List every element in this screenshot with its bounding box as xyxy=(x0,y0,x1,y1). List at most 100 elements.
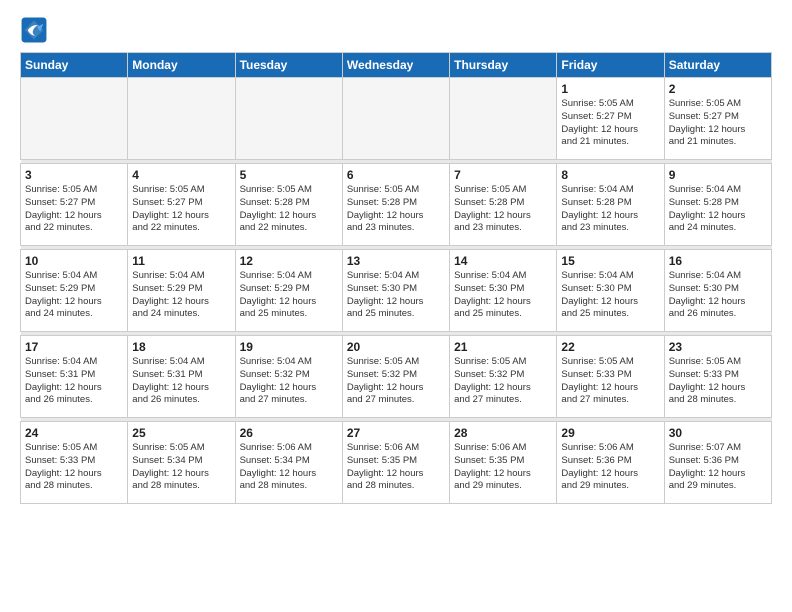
calendar-table: SundayMondayTuesdayWednesdayThursdayFrid… xyxy=(20,52,772,504)
calendar-week-row: 17 Sunrise: 5:04 AM Sunset: 5:31 PM Dayli… xyxy=(21,336,772,418)
day-number: 17 xyxy=(25,340,123,354)
day-info: Sunrise: 5:05 AM Sunset: 5:33 PM Dayligh… xyxy=(669,356,767,407)
calendar-cell: 15 Sunrise: 5:04 AM Sunset: 5:30 PM Dayli… xyxy=(557,250,664,332)
day-number: 14 xyxy=(454,254,552,268)
day-info: Sunrise: 5:05 AM Sunset: 5:34 PM Dayligh… xyxy=(132,442,230,493)
calendar-cell xyxy=(128,78,235,160)
calendar-cell: 2 Sunrise: 5:05 AM Sunset: 5:27 PM Daylig… xyxy=(664,78,771,160)
calendar-cell xyxy=(21,78,128,160)
calendar-cell: 29 Sunrise: 5:06 AM Sunset: 5:36 PM Dayli… xyxy=(557,422,664,504)
weekday-header: Tuesday xyxy=(235,53,342,78)
calendar-cell: 13 Sunrise: 5:04 AM Sunset: 5:30 PM Dayli… xyxy=(342,250,449,332)
day-info: Sunrise: 5:04 AM Sunset: 5:30 PM Dayligh… xyxy=(347,270,445,321)
calendar-header-row: SundayMondayTuesdayWednesdayThursdayFrid… xyxy=(21,53,772,78)
day-number: 9 xyxy=(669,168,767,182)
calendar-cell: 22Sunrise: 5:05 AM Sunset: 5:33 PM Dayli… xyxy=(557,336,664,418)
day-info: Sunrise: 5:04 AM Sunset: 5:30 PM Dayligh… xyxy=(669,270,767,321)
day-info: Sunrise: 5:05 AM Sunset: 5:28 PM Dayligh… xyxy=(240,184,338,235)
calendar-cell xyxy=(235,78,342,160)
day-info: Sunrise: 5:04 AM Sunset: 5:29 PM Dayligh… xyxy=(25,270,123,321)
page: SundayMondayTuesdayWednesdayThursdayFrid… xyxy=(0,0,792,612)
day-info: Sunrise: 5:06 AM Sunset: 5:35 PM Dayligh… xyxy=(347,442,445,493)
day-number: 11 xyxy=(132,254,230,268)
day-info: Sunrise: 5:04 AM Sunset: 5:28 PM Dayligh… xyxy=(669,184,767,235)
day-number: 16 xyxy=(669,254,767,268)
day-number: 26 xyxy=(240,426,338,440)
calendar-cell: 1Sunrise: 5:05 AM Sunset: 5:27 PM Daylig… xyxy=(557,78,664,160)
day-info: Sunrise: 5:05 AM Sunset: 5:33 PM Dayligh… xyxy=(561,356,659,407)
day-number: 30 xyxy=(669,426,767,440)
calendar-cell: 14 Sunrise: 5:04 AM Sunset: 5:30 PM Dayli… xyxy=(450,250,557,332)
calendar-cell: 4 Sunrise: 5:05 AM Sunset: 5:27 PM Daylig… xyxy=(128,164,235,246)
calendar-week-row: 1 Sunrise: 5:05 AM Sunset: 5:27 PM Daylig… xyxy=(21,78,772,160)
calendar-cell: 18 Sunrise: 5:04 AM Sunset: 5:31 PM Dayli… xyxy=(128,336,235,418)
calendar-cell: 20 Sunrise: 5:05 AM Sunset: 5:32 PM Dayli… xyxy=(342,336,449,418)
day-info: Sunrise: 5:05 AM Sunset: 5:28 PM Dayligh… xyxy=(454,184,552,235)
day-number: 13 xyxy=(347,254,445,268)
day-info: Sunrise: 5:05 AM Sunset: 5:28 PM Dayligh… xyxy=(347,184,445,235)
weekday-header: Sunday xyxy=(21,53,128,78)
calendar-cell: 19 Sunrise: 5:04 AM Sunset: 5:32 PM Dayli… xyxy=(235,336,342,418)
weekday-header: Friday xyxy=(557,53,664,78)
day-info: Sunrise: 5:04 AM Sunset: 5:31 PM Dayligh… xyxy=(25,356,123,407)
day-number: 18 xyxy=(132,340,230,354)
calendar-cell: 8 Sunrise: 5:04 AM Sunset: 5:28 PM Daylig… xyxy=(557,164,664,246)
day-number: 7 xyxy=(454,168,552,182)
logo xyxy=(20,16,52,44)
day-number: 2 xyxy=(669,82,767,96)
day-info: Sunrise: 5:04 AM Sunset: 5:28 PM Dayligh… xyxy=(561,184,659,235)
day-info: Sunrise: 5:06 AM Sunset: 5:36 PM Dayligh… xyxy=(561,442,659,493)
day-info: Sunrise: 5:04 AM Sunset: 5:29 PM Dayligh… xyxy=(240,270,338,321)
day-number: 1 xyxy=(561,82,659,96)
day-number: 10 xyxy=(25,254,123,268)
day-number: 27 xyxy=(347,426,445,440)
calendar-cell: 30 Sunrise: 5:07 AM Sunset: 5:36 PM Dayli… xyxy=(664,422,771,504)
calendar-cell xyxy=(450,78,557,160)
day-info: Sunrise: 5:05 AM Sunset: 5:27 PM Dayligh… xyxy=(25,184,123,235)
day-number: 21 xyxy=(454,340,552,354)
day-info: Sunrise: 5:04 AM Sunset: 5:30 PM Dayligh… xyxy=(454,270,552,321)
day-number: 8 xyxy=(561,168,659,182)
logo-icon xyxy=(20,16,48,44)
calendar-cell: 17 Sunrise: 5:04 AM Sunset: 5:31 PM Dayli… xyxy=(21,336,128,418)
calendar-cell: 12 Sunrise: 5:04 AM Sunset: 5:29 PM Dayli… xyxy=(235,250,342,332)
calendar-cell: 28Sunrise: 5:06 AM Sunset: 5:35 PM Dayli… xyxy=(450,422,557,504)
calendar-cell: 7 Sunrise: 5:05 AM Sunset: 5:28 PM Daylig… xyxy=(450,164,557,246)
day-info: Sunrise: 5:05 AM Sunset: 5:32 PM Dayligh… xyxy=(454,356,552,407)
weekday-header: Monday xyxy=(128,53,235,78)
calendar-cell: 11 Sunrise: 5:04 AM Sunset: 5:29 PM Dayli… xyxy=(128,250,235,332)
day-info: Sunrise: 5:04 AM Sunset: 5:29 PM Dayligh… xyxy=(132,270,230,321)
calendar-cell: 26Sunrise: 5:06 AM Sunset: 5:34 PM Dayli… xyxy=(235,422,342,504)
calendar-cell: 27 Sunrise: 5:06 AM Sunset: 5:35 PM Dayli… xyxy=(342,422,449,504)
calendar-cell: 23 Sunrise: 5:05 AM Sunset: 5:33 PM Dayli… xyxy=(664,336,771,418)
day-number: 23 xyxy=(669,340,767,354)
calendar-week-row: 24Sunrise: 5:05 AM Sunset: 5:33 PM Dayli… xyxy=(21,422,772,504)
day-info: Sunrise: 5:07 AM Sunset: 5:36 PM Dayligh… xyxy=(669,442,767,493)
day-number: 15 xyxy=(561,254,659,268)
day-info: Sunrise: 5:04 AM Sunset: 5:31 PM Dayligh… xyxy=(132,356,230,407)
day-info: Sunrise: 5:05 AM Sunset: 5:27 PM Dayligh… xyxy=(132,184,230,235)
calendar-cell: 6Sunrise: 5:05 AM Sunset: 5:28 PM Daylig… xyxy=(342,164,449,246)
day-number: 12 xyxy=(240,254,338,268)
day-info: Sunrise: 5:04 AM Sunset: 5:32 PM Dayligh… xyxy=(240,356,338,407)
weekday-header: Saturday xyxy=(664,53,771,78)
day-number: 20 xyxy=(347,340,445,354)
calendar-cell: 16 Sunrise: 5:04 AM Sunset: 5:30 PM Dayli… xyxy=(664,250,771,332)
calendar-cell xyxy=(342,78,449,160)
calendar-cell: 3Sunrise: 5:05 AM Sunset: 5:27 PM Daylig… xyxy=(21,164,128,246)
day-info: Sunrise: 5:04 AM Sunset: 5:30 PM Dayligh… xyxy=(561,270,659,321)
day-number: 25 xyxy=(132,426,230,440)
day-info: Sunrise: 5:05 AM Sunset: 5:32 PM Dayligh… xyxy=(347,356,445,407)
day-number: 4 xyxy=(132,168,230,182)
calendar-week-row: 10 Sunrise: 5:04 AM Sunset: 5:29 PM Dayli… xyxy=(21,250,772,332)
day-number: 5 xyxy=(240,168,338,182)
day-info: Sunrise: 5:06 AM Sunset: 5:35 PM Dayligh… xyxy=(454,442,552,493)
header xyxy=(20,16,772,44)
calendar-cell: 25 Sunrise: 5:05 AM Sunset: 5:34 PM Dayli… xyxy=(128,422,235,504)
calendar-cell: 21 Sunrise: 5:05 AM Sunset: 5:32 PM Dayli… xyxy=(450,336,557,418)
day-number: 19 xyxy=(240,340,338,354)
day-number: 29 xyxy=(561,426,659,440)
weekday-header: Wednesday xyxy=(342,53,449,78)
day-info: Sunrise: 5:05 AM Sunset: 5:33 PM Dayligh… xyxy=(25,442,123,493)
day-info: Sunrise: 5:05 AM Sunset: 5:27 PM Dayligh… xyxy=(669,98,767,149)
